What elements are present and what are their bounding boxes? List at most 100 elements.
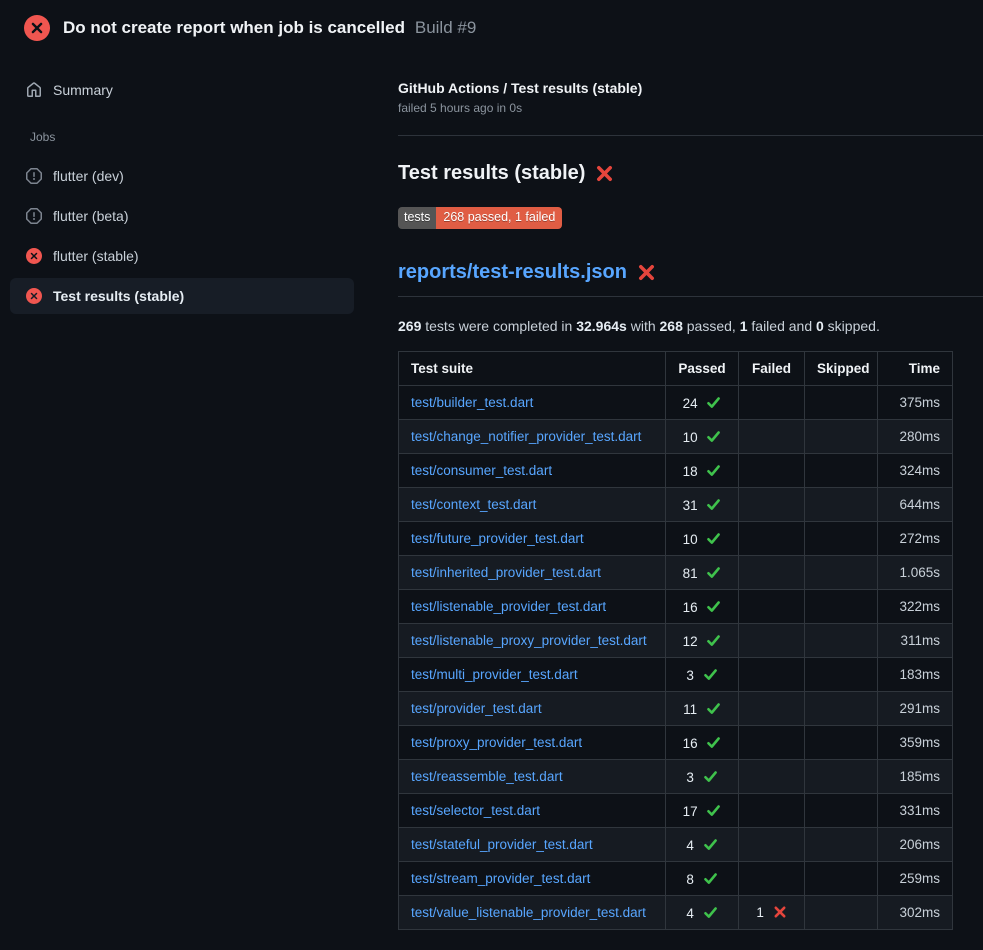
check-icon [706, 735, 721, 750]
suite-link[interactable]: test/listenable_proxy_provider_test.dart [411, 633, 647, 648]
skipped-cell [805, 522, 878, 556]
check-run-header: Do not create report when job is cancell… [0, 0, 983, 54]
failed-cell [739, 658, 805, 692]
build-number: Build #9 [415, 18, 476, 37]
summary-text: passed, [683, 318, 740, 334]
suite-link[interactable]: test/selector_test.dart [411, 803, 540, 818]
sidebar-item-flutter-stable[interactable]: flutter (stable) [10, 238, 354, 274]
section-title: Test results (stable) [398, 162, 585, 185]
suite-link[interactable]: test/future_provider_test.dart [411, 531, 584, 546]
time-cell: 311ms [878, 624, 953, 658]
sidebar-item-label: flutter (stable) [53, 248, 139, 264]
check-icon [703, 769, 718, 784]
sidebar-item-flutter-dev[interactable]: flutter (dev) [10, 158, 354, 194]
suite-link[interactable]: test/provider_test.dart [411, 701, 542, 716]
check-icon [706, 497, 721, 512]
skipped-cell [805, 896, 878, 930]
table-row: test/change_notifier_provider_test.dart … [399, 420, 953, 454]
time-cell: 183ms [878, 658, 953, 692]
suite-link[interactable]: test/consumer_test.dart [411, 463, 552, 478]
divider [398, 135, 983, 136]
check-icon [706, 429, 721, 444]
skipped-cell [805, 590, 878, 624]
skipped-cell [805, 726, 878, 760]
failed-cell [739, 624, 805, 658]
suite-link[interactable]: test/inherited_provider_test.dart [411, 565, 601, 580]
x-icon [773, 905, 787, 919]
failed-cell [739, 760, 805, 794]
skipped-cell [805, 658, 878, 692]
skipped-cell [805, 488, 878, 522]
time-cell: 280ms [878, 420, 953, 454]
section-heading: Test results (stable) [398, 162, 983, 185]
check-icon [703, 837, 718, 852]
passed-cell: 16 [666, 590, 739, 624]
table-row: test/listenable_provider_test.dart 16 32… [399, 590, 953, 624]
table-row: test/reassemble_test.dart 3 185ms [399, 760, 953, 794]
suite-link[interactable]: test/stream_provider_test.dart [411, 871, 590, 886]
summary-line: 269 tests were completed in 32.964s with… [398, 318, 983, 334]
failed-cell [739, 522, 805, 556]
badge-value: 268 passed, 1 failed [436, 207, 562, 229]
skipped-cell [805, 386, 878, 420]
time-cell: 185ms [878, 760, 953, 794]
suite-link[interactable]: test/proxy_provider_test.dart [411, 735, 582, 750]
suite-link[interactable]: test/listenable_provider_test.dart [411, 599, 606, 614]
passed-cell: 17 [666, 794, 739, 828]
passed-cell: 12 [666, 624, 739, 658]
check-icon [703, 871, 718, 886]
failed-cell [739, 794, 805, 828]
time-cell: 375ms [878, 386, 953, 420]
summary-passed: 268 [660, 318, 683, 334]
cancelled-icon [26, 168, 42, 184]
table-row: test/multi_provider_test.dart 3 183ms [399, 658, 953, 692]
sidebar-item-test-results-stable[interactable]: Test results (stable) [10, 278, 354, 314]
time-cell: 291ms [878, 692, 953, 726]
table-row: test/value_listenable_provider_test.dart… [399, 896, 953, 930]
failed-cell [739, 828, 805, 862]
sidebar-item-label: flutter (dev) [53, 168, 124, 184]
time-cell: 302ms [878, 896, 953, 930]
time-cell: 322ms [878, 590, 953, 624]
check-icon [706, 803, 721, 818]
jobs-list: flutter (dev) flutter (beta) flutter (st… [10, 158, 354, 314]
passed-cell: 10 [666, 420, 739, 454]
cross-mark-icon [595, 164, 614, 183]
suite-link[interactable]: test/change_notifier_provider_test.dart [411, 429, 641, 444]
sidebar-item-flutter-beta[interactable]: flutter (beta) [10, 198, 354, 234]
time-cell: 331ms [878, 794, 953, 828]
failed-cell [739, 556, 805, 590]
table-row: test/provider_test.dart 11 291ms [399, 692, 953, 726]
suite-link[interactable]: test/value_listenable_provider_test.dart [411, 905, 646, 920]
report-file-link[interactable]: reports/test-results.json [398, 261, 627, 284]
summary-skipped: 0 [816, 318, 824, 334]
suite-link[interactable]: test/reassemble_test.dart [411, 769, 563, 784]
summary-text: skipped. [824, 318, 880, 334]
column-header-skipped: Skipped [805, 352, 878, 386]
table-row: test/stream_provider_test.dart 8 259ms [399, 862, 953, 896]
suite-link[interactable]: test/multi_provider_test.dart [411, 667, 578, 682]
sidebar-item-label: flutter (beta) [53, 208, 128, 224]
sidebar-item-summary[interactable]: Summary [10, 72, 354, 108]
jobs-section-label: Jobs [10, 108, 354, 154]
check-icon [703, 905, 718, 920]
suite-link[interactable]: test/builder_test.dart [411, 395, 533, 410]
skipped-cell [805, 828, 878, 862]
suite-link[interactable]: test/context_test.dart [411, 497, 536, 512]
failed-cell [739, 862, 805, 896]
passed-cell: 4 [666, 896, 739, 930]
summary-text: tests were completed in [421, 318, 576, 334]
failed-cell [739, 420, 805, 454]
table-row: test/future_provider_test.dart 10 272ms [399, 522, 953, 556]
skipped-cell [805, 454, 878, 488]
summary-total: 269 [398, 318, 421, 334]
failed-cell: 1 [739, 896, 805, 930]
results-table-body: test/builder_test.dart 24 375ms test/cha… [399, 386, 953, 930]
passed-cell: 18 [666, 454, 739, 488]
passed-cell: 31 [666, 488, 739, 522]
table-row: test/listenable_proxy_provider_test.dart… [399, 624, 953, 658]
divider [398, 296, 983, 297]
failed-status-icon [26, 248, 42, 264]
breadcrumb: GitHub Actions / Test results (stable) [398, 80, 983, 96]
suite-link[interactable]: test/stateful_provider_test.dart [411, 837, 593, 852]
